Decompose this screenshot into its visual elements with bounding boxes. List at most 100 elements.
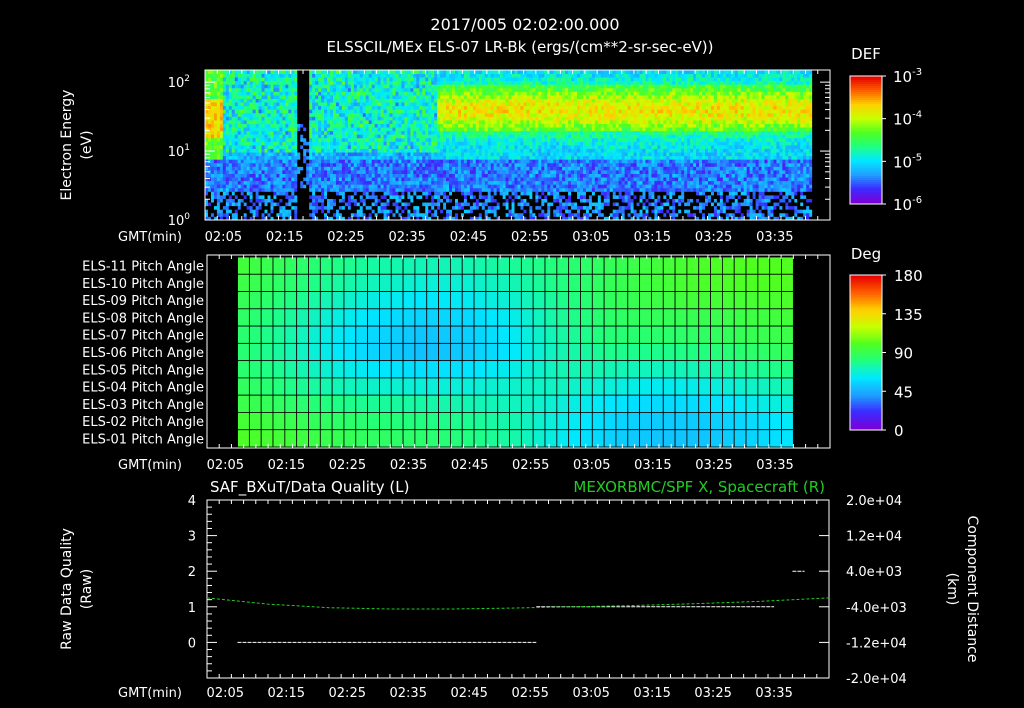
spectrogram-cell <box>553 91 557 96</box>
spectrogram-cell <box>550 84 554 89</box>
spectrogram-cell <box>297 202 301 207</box>
spectrogram-cell <box>544 130 548 135</box>
spectrogram-cell <box>377 191 381 196</box>
spectrogram-cell <box>237 155 242 160</box>
spectrogram-cell <box>225 105 230 110</box>
spectrogram-cell <box>267 116 271 121</box>
spectrogram-cell <box>210 162 215 167</box>
spectrogram-cell <box>255 212 259 217</box>
spectrogram-cell <box>321 173 325 178</box>
spectrogram-cell <box>496 148 501 153</box>
spectrogram-cell <box>553 155 557 160</box>
spectrogram-cell <box>282 95 286 99</box>
spectrogram-cell <box>306 198 310 203</box>
spectrogram-cell <box>475 109 480 114</box>
spectrogram-cell <box>219 205 224 210</box>
spectrogram-cell <box>428 191 432 196</box>
spectrogram-cell <box>285 212 289 217</box>
spectrogram-cell <box>279 130 283 135</box>
spectrogram-cell <box>297 209 301 214</box>
spectrogram-cell <box>550 170 554 174</box>
spectrogram-cell <box>330 173 334 178</box>
spectrogram-cell <box>517 205 521 210</box>
spectrogram-cell <box>324 70 328 74</box>
spectrogram-cell <box>282 202 286 207</box>
spectrogram-cell <box>249 152 254 157</box>
spectrogram-cell <box>371 209 376 214</box>
spectrogram-cell <box>315 187 319 192</box>
spectrogram-cell <box>362 137 367 142</box>
spectrogram-cell <box>526 166 530 171</box>
spectrogram-cell <box>493 77 498 82</box>
spectrogram-cell <box>541 77 545 82</box>
spectrogram-cell <box>386 191 390 196</box>
spectrogram-cell <box>398 80 402 85</box>
spectrogram-cell <box>264 127 268 132</box>
spectrogram-cell <box>449 134 453 139</box>
spectrogram-cell <box>520 162 524 167</box>
spectrogram-cell <box>312 166 316 171</box>
spectrogram-cell <box>324 198 328 203</box>
spectrogram-cell <box>484 95 489 99</box>
spectrogram-cell <box>487 173 492 178</box>
spectrogram-cell <box>327 73 331 78</box>
spectrogram-cell <box>374 145 379 149</box>
spectrogram-cell <box>368 191 373 196</box>
spectrogram-cell <box>383 162 387 167</box>
spectrogram-cell <box>374 77 379 82</box>
spectrogram-cell <box>282 116 286 121</box>
spectrogram-cell <box>240 141 245 146</box>
spectrogram-cell <box>419 73 423 78</box>
spectrogram-cell <box>386 141 390 146</box>
spectrogram-cell <box>463 73 468 78</box>
spectrogram-cell <box>327 145 331 149</box>
spectrogram-cell <box>228 184 233 189</box>
spectrogram-cell <box>219 123 224 128</box>
spectrogram-cell <box>210 130 215 135</box>
spectrogram-cell <box>210 84 215 89</box>
spectrogram-cell <box>401 98 405 103</box>
spectrogram-cell <box>466 80 471 85</box>
spectrogram-cell <box>496 195 501 199</box>
spectrogram-cell <box>437 112 441 117</box>
spectrogram-cell <box>449 87 453 92</box>
spectrogram-cell <box>225 170 230 174</box>
spectrogram-cell <box>502 184 506 189</box>
spectrogram-cell <box>407 159 411 164</box>
spectrogram-cell <box>520 173 524 178</box>
spectrogram-cell <box>541 198 545 203</box>
spectrogram-cell <box>291 195 295 199</box>
spectrogram-cell <box>484 91 489 96</box>
spectrogram-cell <box>285 209 289 214</box>
spectrogram-cell <box>481 202 486 207</box>
spectrogram-cell <box>431 77 435 82</box>
spectrogram-cell <box>443 98 447 103</box>
spectrogram-cell <box>550 155 554 160</box>
spectrogram-cell <box>404 87 408 92</box>
spectrogram-cell <box>341 177 346 182</box>
spectrogram-cell <box>505 148 509 153</box>
spectrogram-cell <box>544 195 548 199</box>
spectrogram-cell <box>225 130 230 135</box>
spectrogram-cell <box>410 173 414 178</box>
spectrogram-cell <box>523 159 527 164</box>
spectrogram-cell <box>207 187 212 192</box>
spectrogram-cell <box>234 148 239 153</box>
spectrogram-cell <box>532 130 536 135</box>
spectrogram-cell <box>541 95 545 99</box>
spectrogram-cell <box>300 109 304 114</box>
spectrogram-cell <box>550 187 554 192</box>
spectrogram-cell <box>318 80 322 85</box>
spectrogram-cell <box>511 91 515 96</box>
spectrogram-cell <box>440 95 444 99</box>
spectrogram-cell <box>255 109 259 114</box>
spectrogram-cell <box>389 187 393 192</box>
spectrogram-cell <box>255 73 259 78</box>
spectrogram-cell <box>353 98 358 103</box>
spectrogram-cell <box>294 155 298 160</box>
spectrogram-cell <box>297 198 301 203</box>
spectrogram-cell <box>392 145 396 149</box>
spectrogram-cell <box>535 84 539 89</box>
spectrogram-cell <box>383 173 387 178</box>
spectrogram-cell <box>508 148 512 153</box>
